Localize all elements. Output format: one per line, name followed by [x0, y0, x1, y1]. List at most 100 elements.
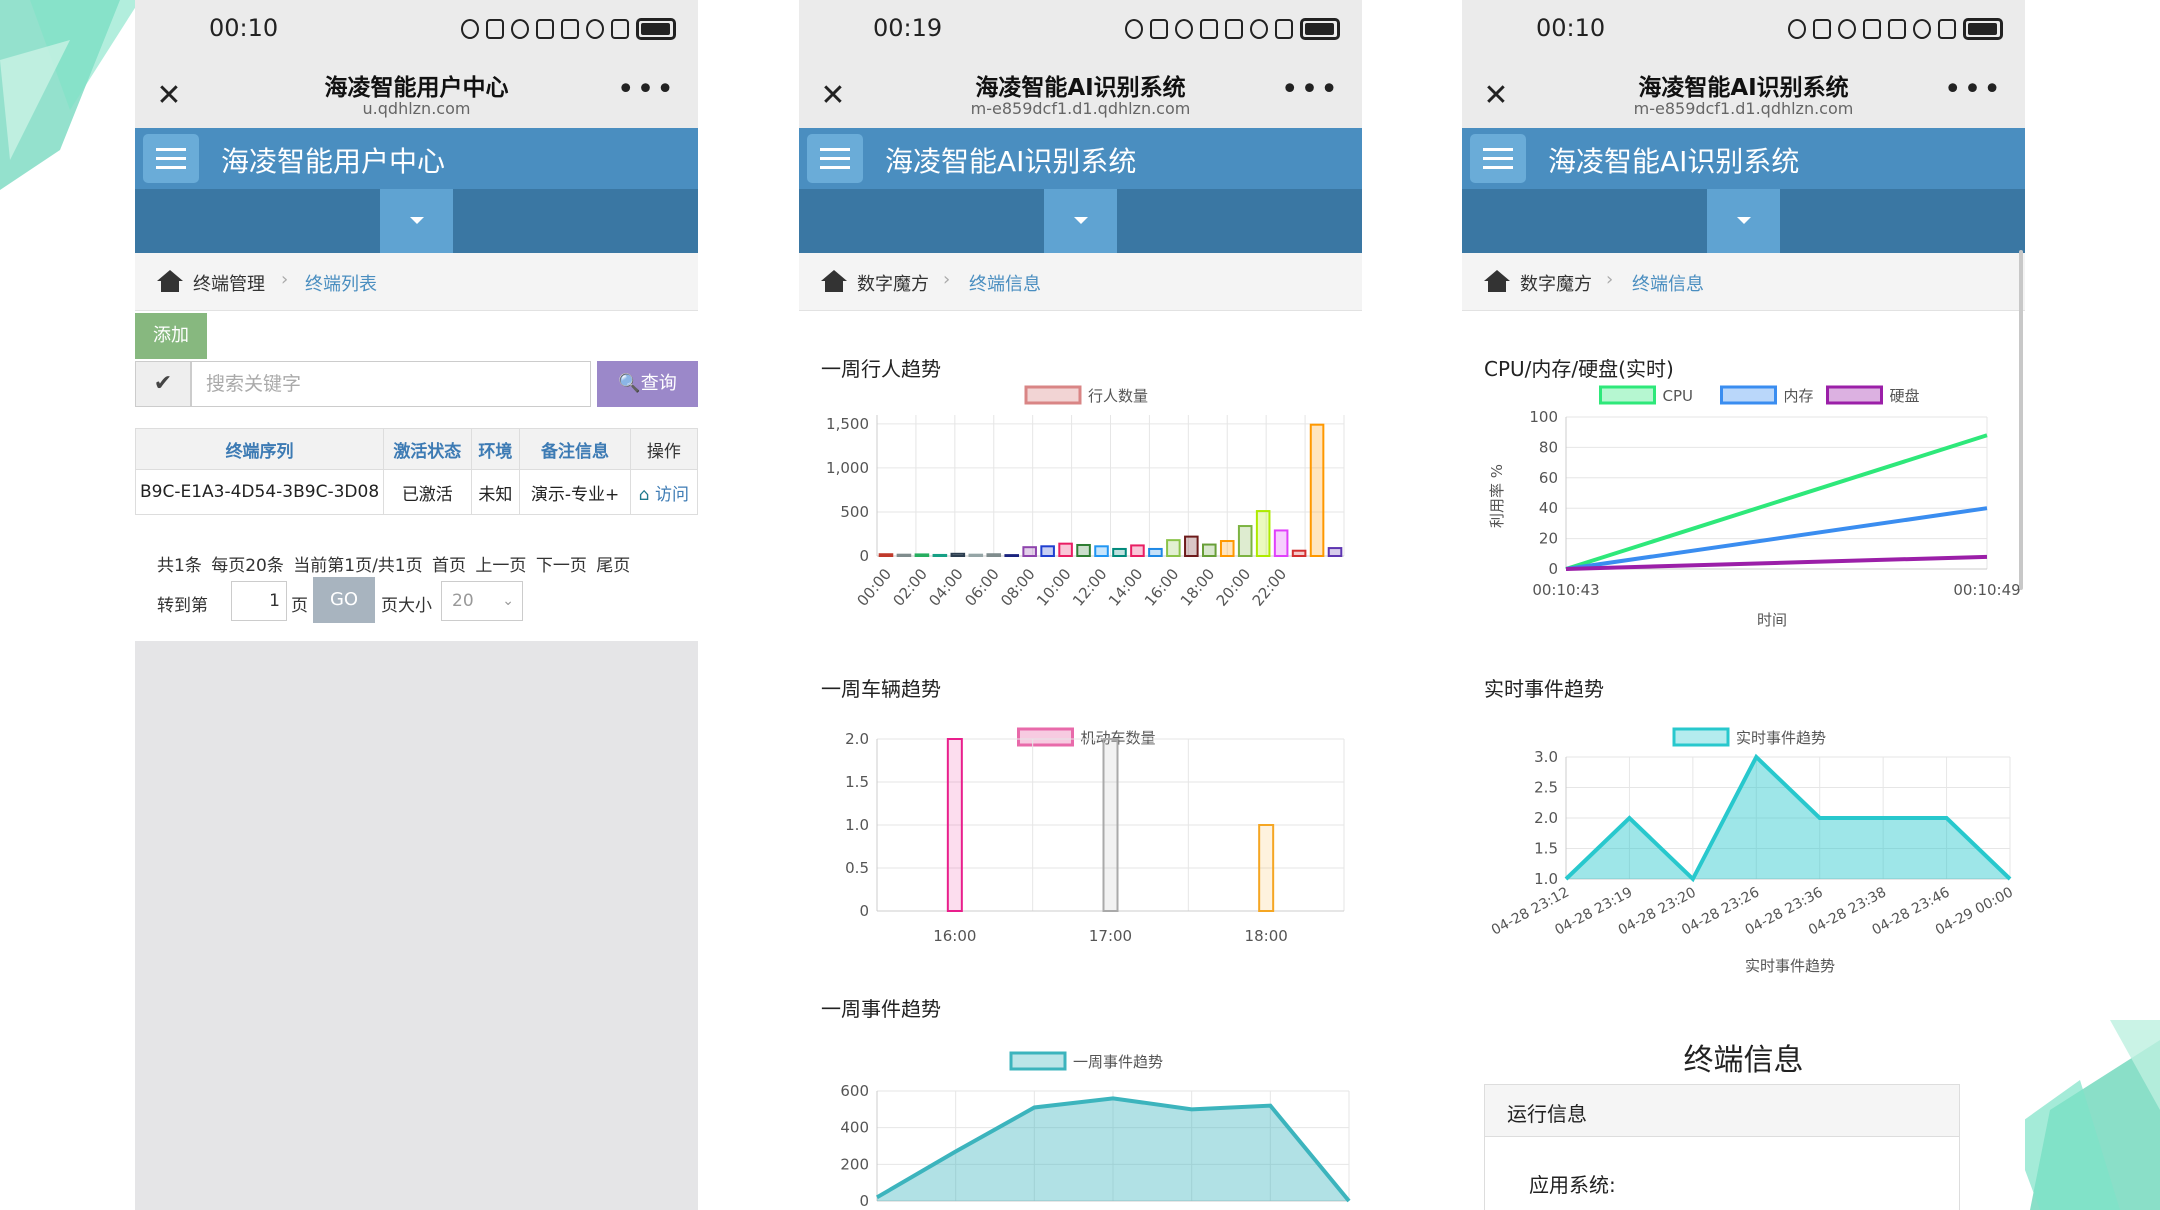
bar: [1219, 540, 1235, 558]
search-row: ✔ 搜索关键字 🔍查询: [135, 361, 698, 409]
event-area-chart: 一周事件趋势 0 200 400 600: [840, 1051, 1351, 1210]
col-header-env[interactable]: 环境: [470, 428, 521, 470]
signal-icon: [1275, 19, 1293, 39]
y-tick-label: 0: [1548, 560, 1558, 578]
bluetooth-icon: [1200, 19, 1218, 39]
go-button[interactable]: GO: [313, 577, 375, 623]
bar: [1094, 545, 1109, 557]
status-bar: 00:10: [135, 0, 698, 62]
bar: [1130, 544, 1145, 558]
y-tick-label: 2.0: [1534, 809, 1558, 827]
more-icon[interactable]: •••: [1281, 72, 1340, 107]
more-icon[interactable]: •••: [1944, 72, 2003, 107]
breadcrumb-root[interactable]: 终端管理: [193, 270, 265, 296]
app-header: 海凌智能AI识别系统: [1462, 128, 2025, 189]
add-button[interactable]: 添加: [135, 313, 207, 359]
empty-background: [135, 641, 698, 1210]
page-size-select[interactable]: 20 ⌄: [441, 581, 523, 621]
table-row: B9C-E1A3-4D54-3B9C-3D08 已激活 未知 演示-专业+ ⌂ …: [135, 469, 698, 515]
search-button[interactable]: 🔍查询: [597, 361, 698, 407]
app-header: 海凌智能用户中心: [135, 128, 698, 189]
col-header-activation[interactable]: 激活状态: [383, 428, 472, 470]
y-tick-label: 0: [859, 547, 869, 565]
hamburger-icon: [1483, 148, 1513, 151]
home-icon: ⌂: [638, 484, 650, 505]
bar: [1040, 545, 1055, 557]
breadcrumb-current: 终端信息: [1632, 274, 1704, 295]
x-tick-label: 14:00: [1105, 565, 1147, 610]
vehicle-bar-chart: 机动车数量00.51.01.52.016:0017:0018:00: [845, 727, 1345, 941]
legend-swatch: [1024, 385, 1082, 405]
y-tick-label: 1.5: [1534, 840, 1558, 858]
dropdown-toggle-button[interactable]: [380, 189, 453, 253]
breadcrumb: 数字魔方 › 终端信息: [1462, 253, 2025, 311]
headphone-icon: [461, 19, 479, 39]
table-header-row: 终端序列 激活状态 环境 备注信息 操作: [135, 428, 698, 470]
scrollbar[interactable]: [2019, 250, 2023, 590]
legend-swatch: [1017, 727, 1074, 747]
menu-toggle-button[interactable]: [1470, 134, 1526, 183]
screenshot-stage: 00:10 ✕ 海凌智能用户中心 u.qdhlzn.com ••• 海凌智能用户…: [0, 0, 2160, 1210]
breadcrumb-root[interactable]: 数字魔方: [857, 270, 929, 296]
close-icon[interactable]: ✕: [813, 76, 853, 116]
dropdown-toggle-button[interactable]: [1707, 189, 1780, 253]
close-icon[interactable]: ✕: [1476, 76, 1516, 116]
legend-label: 一周事件趋势: [1073, 1053, 1163, 1071]
bar: [1327, 547, 1343, 558]
pager-summary[interactable]: 共1条 每页20条 当前第1页/共1页 首页 上一页 下一页 尾页: [157, 551, 630, 576]
close-icon[interactable]: ✕: [149, 76, 189, 116]
page-number-input[interactable]: 1: [231, 581, 287, 621]
app-title: 海凌智能AI识别系统: [885, 145, 1137, 178]
bar: [878, 553, 894, 558]
page-url: m-e859dcf1.d1.qdhlzn.com: [970, 99, 1191, 118]
legend-label: 内存: [1784, 387, 1814, 405]
signal-icon: [1938, 19, 1956, 39]
vibrate-icon: [1888, 19, 1906, 39]
menu-toggle-button[interactable]: [143, 134, 199, 183]
x-tick-label: 00:10:43: [1532, 581, 1599, 599]
search-input[interactable]: 搜索关键字: [191, 361, 591, 407]
legend-label: 行人数量: [1088, 387, 1148, 405]
status-icons: [1125, 14, 1340, 44]
y-tick-label: 0: [859, 1192, 869, 1210]
vibrate-icon: [561, 19, 579, 39]
chevron-down-icon: ⌄: [502, 593, 514, 609]
breadcrumb-root[interactable]: 数字魔方: [1520, 270, 1592, 296]
series-line: [1565, 433, 1988, 571]
home-icon[interactable]: [821, 270, 847, 292]
page-title: 海凌智能AI识别系统: [1638, 75, 1849, 101]
x-tick-label: 16:00: [1141, 565, 1183, 610]
col-header-serial[interactable]: 终端序列: [135, 428, 385, 470]
run-info-panel: 运行信息 应用系统:: [1484, 1084, 1960, 1210]
y-tick-label: 1.0: [1534, 870, 1558, 888]
wifi-icon: [1250, 19, 1268, 39]
bar: [1309, 423, 1325, 557]
bar: [1102, 738, 1119, 912]
y-tick-label: 600: [840, 1082, 869, 1100]
menu-toggle-button[interactable]: [807, 134, 863, 183]
bar: [896, 553, 912, 558]
legend-swatch: [1720, 385, 1777, 405]
goto-suffix: 页: [291, 596, 308, 616]
check-icon[interactable]: ✔: [135, 361, 191, 407]
headphone-icon: [1788, 19, 1806, 39]
bar: [1166, 539, 1181, 557]
more-icon[interactable]: •••: [617, 72, 676, 107]
bluetooth-icon: [536, 19, 554, 39]
y-tick-label: 500: [840, 503, 869, 521]
decor-shard-bottom-right: [2010, 1020, 2160, 1210]
home-icon[interactable]: [1484, 270, 1510, 292]
breadcrumb-separator: ›: [281, 269, 289, 290]
x-tick-label: 00:00: [853, 565, 895, 610]
bar: [968, 553, 984, 558]
visit-link[interactable]: ⌂ 访问: [629, 469, 698, 515]
x-tick-label: 02:00: [889, 565, 931, 610]
col-header-remark[interactable]: 备注信息: [519, 428, 631, 470]
x-tick-label: 08:00: [997, 565, 1039, 610]
home-icon[interactable]: [157, 270, 183, 292]
y-tick-label: 2.5: [1534, 779, 1558, 797]
phone-screen-user-center: 00:10 ✕ 海凌智能用户中心 u.qdhlzn.com ••• 海凌智能用户…: [135, 0, 698, 1210]
dropdown-toggle-button[interactable]: [1044, 189, 1117, 253]
y-tick-label: 200: [840, 1155, 869, 1173]
chart-title-event: 一周事件趋势: [821, 997, 941, 1021]
